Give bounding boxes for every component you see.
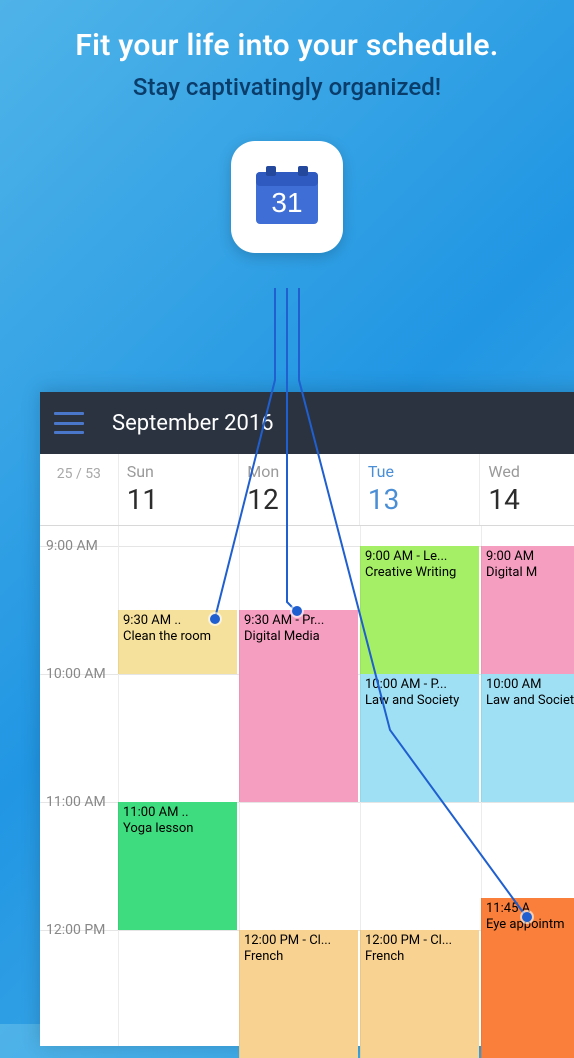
- app-icon: 31: [231, 141, 343, 253]
- day-name: Tue: [368, 462, 472, 481]
- event-time: 11:00 AM ..: [123, 805, 233, 821]
- calendar-card: September 2016 25 / 53 Sun 11 Mon 12 Tue…: [40, 392, 574, 1046]
- event-time: 9:00 AM - Le...: [365, 549, 475, 565]
- calendar-event[interactable]: 11:00 AM ..Yoga lesson: [118, 802, 237, 930]
- calendar-header: September 2016: [40, 392, 574, 454]
- day-number: 14: [488, 483, 574, 516]
- hero-title: Fit your life into your schedule.: [0, 28, 574, 63]
- day-header-row: 25 / 53 Sun 11 Mon 12 Tue 13 Wed 14: [40, 454, 574, 526]
- day-number: 13: [368, 483, 472, 516]
- hour-label: 10:00 AM: [46, 666, 106, 682]
- day-number: 12: [247, 483, 351, 516]
- calendar-event[interactable]: 9:00 AMDigital M: [481, 546, 574, 674]
- connector-dot: [522, 912, 532, 922]
- app-icon-day: 31: [271, 187, 302, 218]
- event-title: French: [365, 949, 475, 965]
- hour-label: 11:00 AM: [46, 794, 106, 810]
- event-title: Yoga lesson: [123, 821, 233, 837]
- event-title: Creative Writing: [365, 565, 475, 581]
- event-title: Law and Society: [365, 693, 475, 709]
- hero-subtitle: Stay captivatingly organized!: [0, 73, 574, 101]
- event-time: 9:00 AM: [486, 549, 574, 565]
- calendar-event[interactable]: 9:30 AM - Pr...Digital Media: [239, 610, 358, 802]
- calendar-event[interactable]: 10:00 AM - P...Law and Society: [360, 674, 479, 802]
- calendar-icon: 31: [252, 162, 322, 232]
- grid-vline: [118, 526, 119, 1046]
- event-time: 12:00 PM - Cl...: [244, 933, 354, 949]
- hour-label: 12:00 PM: [46, 922, 105, 938]
- event-time: 12:00 PM - Cl...: [365, 933, 475, 949]
- day-name: Wed: [488, 462, 574, 481]
- calendar-event[interactable]: 11:45 AEye appointm: [481, 898, 574, 1058]
- event-title: Law and Society: [486, 693, 574, 709]
- calendar-event[interactable]: 12:00 PM - Cl...French: [360, 930, 479, 1058]
- day-header-sun[interactable]: Sun 11: [118, 454, 239, 525]
- calendar-event[interactable]: 12:00 PM - Cl...French: [239, 930, 358, 1058]
- event-title: Digital M: [486, 565, 574, 581]
- calendar-title: September 2016: [112, 411, 274, 436]
- calendar-grid[interactable]: 9:00 AM10:00 AM11:00 AM12:00 PM9:30 AM .…: [40, 526, 574, 1046]
- day-header-wed[interactable]: Wed 14: [479, 454, 574, 525]
- event-title: Clean the room: [123, 629, 233, 645]
- day-number: 11: [127, 483, 231, 516]
- week-label: 25 / 53: [40, 454, 118, 525]
- calendar-event[interactable]: 10:00 AMLaw and Society: [481, 674, 574, 802]
- connector-dot: [292, 606, 302, 616]
- calendar-event[interactable]: 9:00 AM - Le...Creative Writing: [360, 546, 479, 674]
- day-header-tue[interactable]: Tue 13: [359, 454, 480, 525]
- hour-label: 9:00 AM: [46, 538, 98, 554]
- event-title: Digital Media: [244, 629, 354, 645]
- event-time: 10:00 AM: [486, 677, 574, 693]
- day-name: Mon: [247, 462, 351, 481]
- connector-dot: [210, 614, 220, 624]
- hamburger-menu-icon[interactable]: [54, 412, 84, 434]
- day-name: Sun: [127, 462, 231, 481]
- event-time: 10:00 AM - P...: [365, 677, 475, 693]
- event-title: French: [244, 949, 354, 965]
- day-header-mon[interactable]: Mon 12: [238, 454, 359, 525]
